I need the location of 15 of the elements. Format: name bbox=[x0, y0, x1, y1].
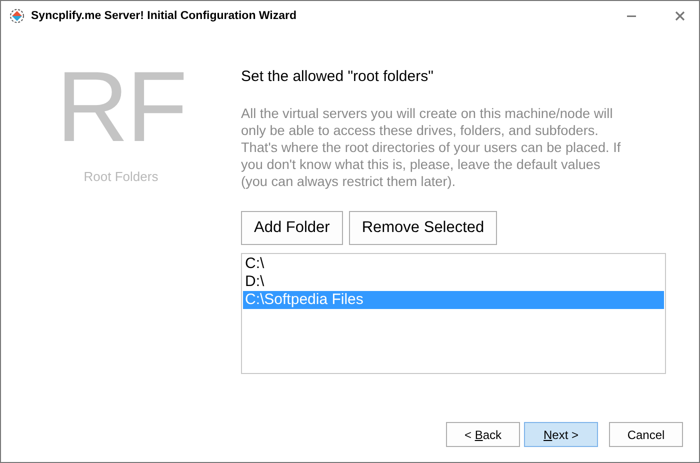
page-logo: RF bbox=[56, 57, 186, 157]
folder-item[interactable]: C:\ bbox=[243, 255, 664, 273]
description: All the virtual servers you will create on this machine/node will only be able to access these drives, folders, and subfoders. That's where the root directories of your users can be placed. If you don't know what this is, please, leave the default values (you can always restrict them later). bbox=[241, 105, 621, 190]
wizard-button[interactable]: Cancel bbox=[609, 422, 683, 447]
action-button[interactable]: Add Folder bbox=[241, 211, 343, 245]
close-icon[interactable] bbox=[675, 11, 685, 21]
window-title: Syncplify.me Server! Initial Configuration Wizard bbox=[31, 10, 297, 22]
wizard-button[interactable]: < Back bbox=[446, 422, 520, 447]
folder-item[interactable]: D:\ bbox=[243, 273, 664, 291]
folder-list[interactable]: C:\ D:\ C:\Softpedia Files bbox=[241, 253, 666, 374]
app-icon bbox=[9, 8, 25, 24]
page-heading: Set the allowed "root folders" bbox=[241, 68, 434, 85]
sidebar-caption: Root Folders bbox=[84, 169, 158, 184]
wizard-button[interactable]: Next > bbox=[524, 422, 598, 447]
action-button[interactable]: Remove Selected bbox=[348, 211, 498, 245]
